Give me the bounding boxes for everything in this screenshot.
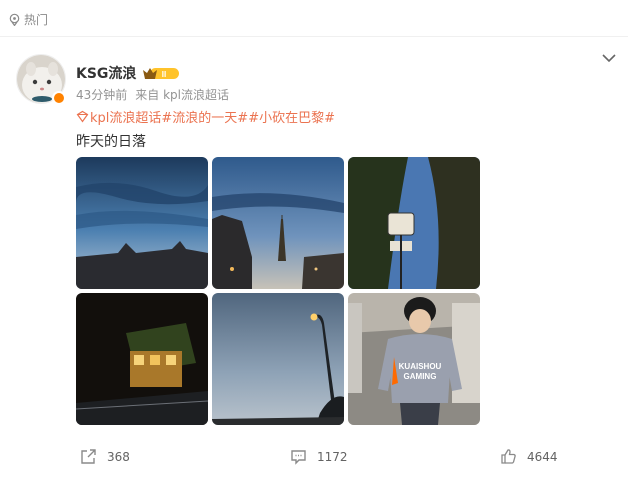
vip-level: II bbox=[162, 70, 166, 79]
image-thumb-3[interactable] bbox=[348, 157, 480, 289]
topics-line: kpl流浪超话 #流浪的一天# #小砍在巴黎# bbox=[76, 107, 335, 126]
hot-label: 热门 bbox=[24, 13, 49, 27]
post-text: 昨天的日落 bbox=[76, 134, 146, 150]
chevron-down-icon bbox=[602, 54, 616, 63]
topic-link-super[interactable]: kpl流浪超话 bbox=[90, 107, 161, 126]
image-thumb-6[interactable]: KUAISHOU GAMING bbox=[348, 293, 480, 425]
topic-link-day[interactable]: #流浪的一天# bbox=[161, 107, 248, 126]
share-button[interactable]: 368 bbox=[80, 448, 130, 465]
image-thumb-2[interactable] bbox=[212, 157, 344, 289]
post-menu-button[interactable] bbox=[600, 50, 618, 64]
hot-icon bbox=[9, 13, 20, 26]
hot-tag: 热门 bbox=[8, 11, 48, 28]
image-thumb-1[interactable] bbox=[76, 157, 208, 289]
post-source[interactable]: 来自 kpl流浪超话 bbox=[135, 86, 229, 103]
post-time[interactable]: 43分钟前 bbox=[76, 86, 127, 103]
image-thumb-4[interactable] bbox=[76, 293, 208, 425]
image-grid: KUAISHOU GAMING bbox=[76, 157, 480, 425]
svg-text:KUAISHOU: KUAISHOU bbox=[399, 362, 442, 371]
share-count: 368 bbox=[107, 449, 130, 464]
comment-count: 1172 bbox=[317, 449, 348, 464]
avatar-link[interactable] bbox=[16, 54, 66, 105]
svg-text:GAMING: GAMING bbox=[404, 372, 437, 381]
comment-button[interactable]: 1172 bbox=[290, 448, 348, 465]
topic-link-paris[interactable]: #小砍在巴黎# bbox=[248, 107, 335, 126]
image-thumb-5[interactable] bbox=[212, 293, 344, 425]
super-topic-icon bbox=[76, 110, 89, 123]
thumbs-up-icon bbox=[501, 449, 516, 464]
verified-badge-icon bbox=[52, 91, 66, 105]
username[interactable]: KSG流浪 bbox=[76, 63, 136, 83]
comment-icon bbox=[291, 450, 306, 465]
action-bar: 368 1172 4644 bbox=[0, 448, 628, 470]
like-button[interactable]: 4644 bbox=[500, 448, 558, 465]
header-divider bbox=[0, 36, 628, 37]
vip-badge-icon[interactable]: II bbox=[142, 66, 180, 81]
username-row: KSG流浪 II bbox=[76, 63, 180, 83]
share-icon bbox=[81, 449, 96, 464]
post-meta: 43分钟前 来自 kpl流浪超话 bbox=[76, 86, 229, 103]
like-count: 4644 bbox=[527, 449, 558, 464]
